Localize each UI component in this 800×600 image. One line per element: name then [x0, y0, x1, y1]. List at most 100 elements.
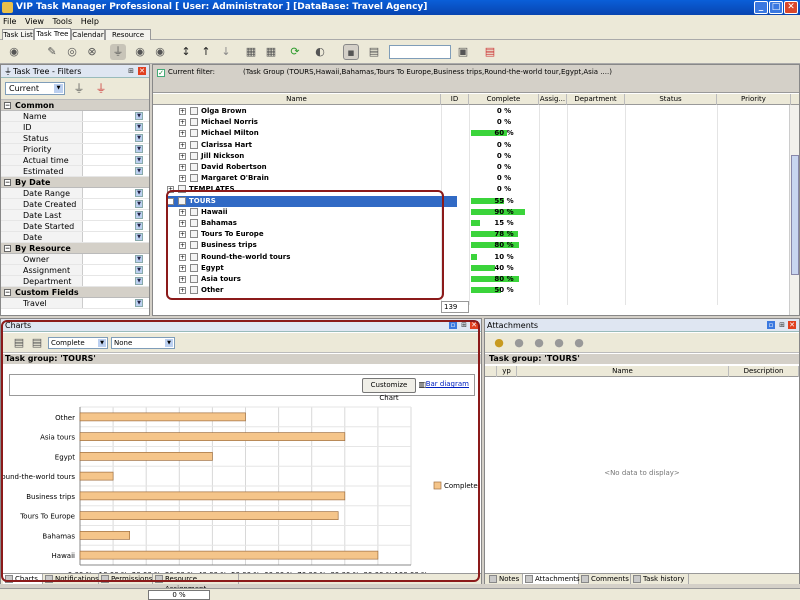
remove-attachment-icon[interactable]: ● — [551, 335, 567, 351]
grid-scrollbar[interactable] — [789, 105, 799, 315]
col-status[interactable]: Status — [625, 94, 717, 105]
tab-calendar[interactable]: Calendar — [71, 29, 105, 40]
chevron-down-icon[interactable]: ▼ — [135, 266, 143, 274]
new-task-icon[interactable]: ◉ — [6, 44, 22, 60]
expand-icon[interactable]: + — [179, 152, 186, 160]
filter-row[interactable]: Date Last Modified ▼ — [1, 210, 149, 231]
filter-row[interactable]: Estimated Time ▼ — [1, 166, 149, 187]
tab-attachments[interactable]: Attachments — [523, 574, 580, 584]
col-description[interactable]: Description — [729, 366, 799, 377]
clear-filter-icon[interactable]: ⏚ — [93, 81, 109, 97]
col-priority[interactable]: Priority — [717, 94, 791, 105]
collapse-icon[interactable]: − — [4, 245, 11, 252]
close-icon[interactable]: ✕ — [138, 67, 146, 75]
group-icon[interactable]: ▦ — [243, 44, 259, 60]
col-id[interactable]: ID — [441, 94, 469, 105]
chevron-down-icon[interactable]: ▼ — [135, 145, 143, 153]
expand-icon[interactable]: + — [179, 130, 186, 138]
open-attachment-icon[interactable]: ● — [511, 335, 527, 351]
copy-task-icon[interactable]: ◎ — [64, 44, 80, 60]
chevron-down-icon[interactable]: ▼ — [135, 167, 143, 175]
collapse-icon[interactable]: − — [4, 102, 11, 109]
columns-icon[interactable]: ▪ — [343, 44, 359, 60]
filter-row[interactable]: Assignment ▼ — [1, 265, 149, 276]
menu-tools[interactable]: Tools — [49, 17, 75, 26]
filter-preset-select[interactable]: Current ▼ — [5, 82, 65, 95]
menu-view[interactable]: View — [22, 17, 47, 26]
col-name[interactable]: Name — [153, 94, 441, 105]
filter-section-header[interactable]: − By Resource — [1, 243, 149, 254]
save-icon[interactable]: ▣ — [455, 44, 471, 60]
move-up-icon[interactable]: ↑ — [198, 44, 214, 60]
collapse-icon[interactable]: − — [4, 179, 11, 186]
expand-icon[interactable]: + — [179, 108, 186, 115]
filter-row[interactable]: Priority ▼ — [1, 144, 149, 155]
add-attachment-icon[interactable]: ● — [491, 335, 507, 351]
collapse-icon[interactable]: − — [4, 289, 11, 296]
filter-row[interactable]: Travel ▼ — [1, 298, 149, 309]
chevron-down-icon[interactable]: ▼ — [135, 156, 143, 164]
filter-section-header[interactable]: − Common — [1, 100, 149, 111]
filter-row[interactable]: Status ▼ — [1, 133, 149, 144]
chevron-down-icon[interactable]: ▼ — [135, 134, 143, 142]
move-icon[interactable]: ↕ — [178, 44, 194, 60]
ungroup-icon[interactable]: ▦ — [263, 44, 279, 60]
chevron-down-icon[interactable]: ▼ — [135, 123, 143, 131]
tab-comments[interactable]: Comments — [579, 574, 631, 584]
expand-icon[interactable]: + — [179, 141, 186, 149]
col-department[interactable]: Department — [567, 94, 625, 105]
col-complete[interactable]: Complete — [469, 94, 539, 105]
chevron-down-icon[interactable]: ▼ — [135, 222, 143, 230]
col-assigned[interactable]: Assig... — [539, 94, 567, 105]
move-down-icon[interactable]: ↓ — [218, 44, 234, 60]
restore-icon[interactable]: ▫ — [767, 321, 775, 329]
chevron-down-icon[interactable]: ▼ — [135, 299, 143, 307]
filter-row[interactable]: Date Created ▼ — [1, 199, 149, 210]
options-icon[interactable]: ◐ — [312, 44, 328, 60]
filter-section-header[interactable]: − Custom Fields — [1, 287, 149, 298]
filter-row[interactable]: Date Range ▼ — [1, 188, 149, 199]
attachment-options-icon[interactable]: ● — [571, 335, 587, 351]
tab-notes[interactable]: Notes — [487, 574, 523, 584]
chevron-down-icon[interactable]: ▼ — [135, 277, 143, 285]
delete-task-icon[interactable]: ⊗ — [84, 44, 100, 60]
filter-icon[interactable]: ⏚ — [110, 44, 126, 60]
chevron-down-icon[interactable]: ▼ — [135, 189, 143, 197]
chevron-down-icon[interactable]: ▼ — [135, 255, 143, 263]
scroll-thumb[interactable] — [791, 155, 799, 275]
chevron-down-icon[interactable]: ▼ — [135, 233, 143, 241]
expand-icon[interactable]: + — [179, 175, 186, 183]
filter-section-header[interactable]: − By Date — [1, 177, 149, 188]
edit-task-icon[interactable]: ✎ — [44, 44, 60, 60]
filter-row[interactable]: Department ▼ — [1, 276, 149, 287]
filter-row[interactable]: Actual time ▼ — [1, 155, 149, 166]
print-icon[interactable]: ▤ — [366, 44, 382, 60]
minimize-button[interactable]: _ — [754, 1, 768, 14]
col-select[interactable] — [485, 366, 497, 377]
tab-task-list[interactable]: Task List — [2, 29, 34, 40]
tab-task-history[interactable]: Task history — [631, 574, 689, 584]
tab-resource-list[interactable]: Resource List — [105, 29, 151, 49]
view-icon[interactable]: ◉ — [132, 44, 148, 60]
menu-file[interactable]: File — [0, 17, 19, 26]
chevron-down-icon[interactable]: ▼ — [135, 200, 143, 208]
filter-row[interactable]: Date Started ▼ — [1, 221, 149, 232]
menu-help[interactable]: Help — [78, 17, 102, 26]
col-type[interactable]: yp — [497, 366, 517, 377]
expand-icon[interactable]: + — [179, 164, 186, 171]
close-icon[interactable]: ✕ — [788, 321, 796, 329]
filter-row[interactable]: Date Completed ▼ — [1, 232, 149, 253]
filter-options-icon[interactable]: ⏚ — [71, 81, 87, 97]
expand-icon[interactable]: + — [179, 119, 186, 127]
toolbar-select[interactable] — [389, 45, 451, 59]
filter-row[interactable]: Owner ▼ — [1, 254, 149, 265]
hide-icon[interactable]: ◉ — [152, 44, 168, 60]
filter-enabled-checkbox[interactable]: ✓ — [157, 69, 165, 77]
col-attachment-name[interactable]: Name — [517, 366, 729, 377]
refresh-icon[interactable]: ⟳ — [287, 44, 303, 60]
chevron-down-icon[interactable]: ▼ — [135, 112, 143, 120]
chevron-down-icon[interactable]: ▼ — [135, 211, 143, 219]
pin-icon[interactable]: ⊞ — [778, 321, 786, 329]
tab-task-tree[interactable]: Task Tree — [34, 28, 71, 40]
pin-icon[interactable]: ⊞ — [127, 67, 135, 75]
